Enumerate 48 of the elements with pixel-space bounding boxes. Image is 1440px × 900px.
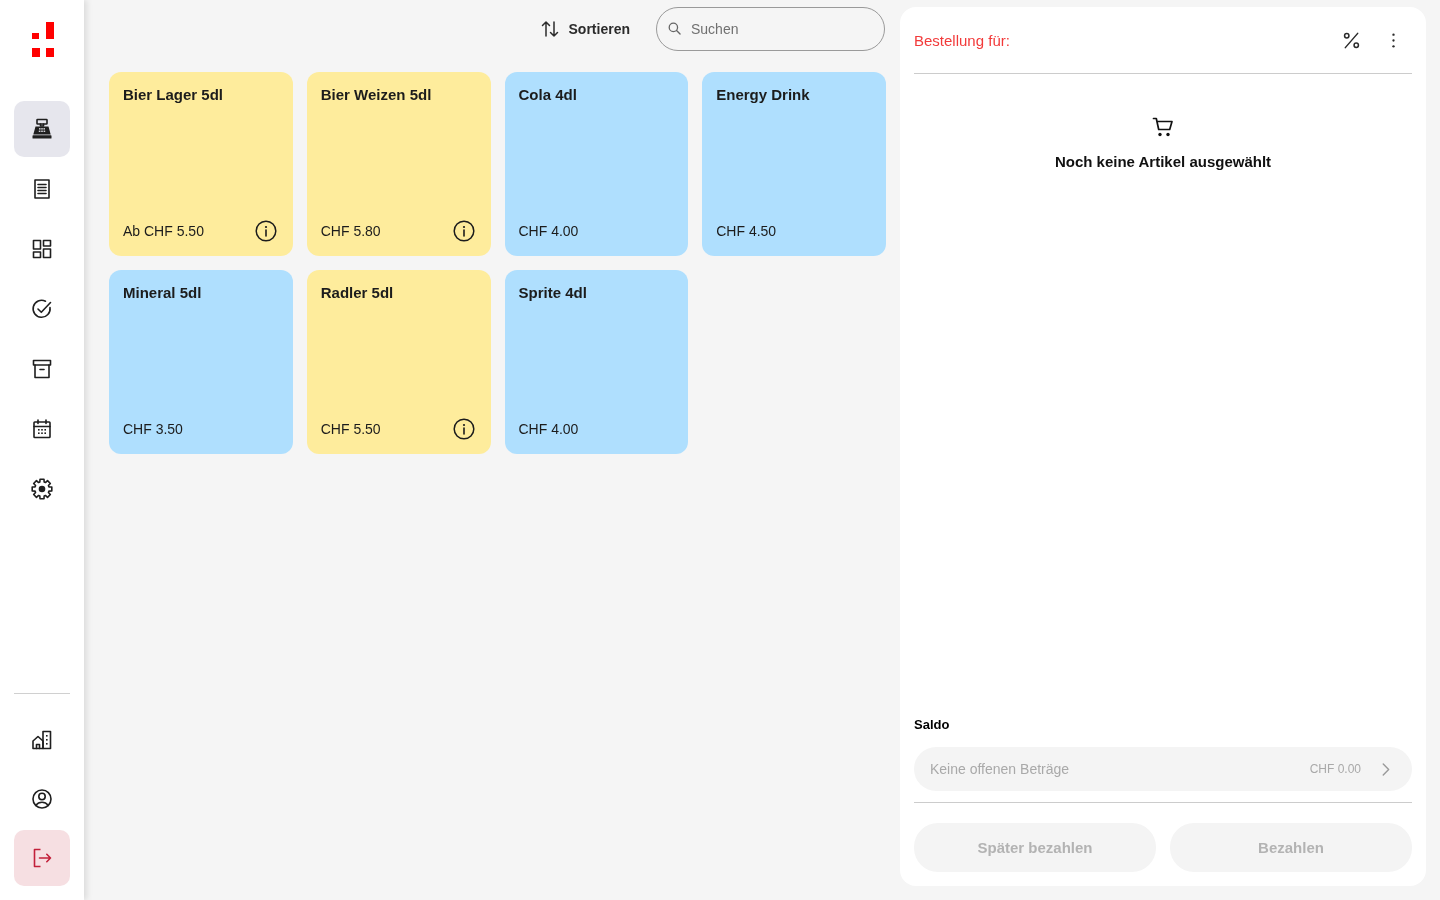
account-circle-icon — [30, 787, 54, 811]
info-icon[interactable] — [452, 220, 475, 242]
product-tile[interactable]: Sprite 4dl CHF 4.00 — [504, 270, 689, 454]
order-title: Bestellung für: — [914, 31, 1011, 49]
product-tile[interactable]: Energy Drink CHF 4.50 — [702, 72, 886, 256]
balance-text: Keine offenen Beträge — [930, 761, 1071, 777]
info-icon[interactable] — [452, 418, 475, 440]
calendar-icon — [30, 417, 54, 441]
settings-icon — [30, 477, 54, 501]
product-price: CHF 3.50 — [123, 420, 183, 438]
more-options-icon[interactable] — [1391, 31, 1396, 49]
percent-icon[interactable] — [1342, 30, 1361, 50]
product-tile[interactable]: Radler 5dl CHF 5.50 — [306, 270, 491, 454]
sidebar-item[interactable] — [14, 101, 70, 157]
balance-label: Saldo — [914, 717, 950, 733]
balance-amount: CHF 0.00 — [1309, 762, 1361, 776]
info-icon[interactable] — [254, 220, 277, 242]
product-name: Cola 4dl — [518, 86, 577, 104]
product-tile[interactable]: Cola 4dl CHF 4.00 — [504, 72, 689, 256]
product-name: Sprite 4dl — [518, 284, 587, 302]
product-name: Energy Drink — [716, 86, 810, 104]
product-price: Ab CHF 5.50 — [123, 222, 204, 240]
logo-icon — [31, 22, 55, 57]
product-tile[interactable]: Bier Lager 5dl Ab CHF 5.50 — [109, 72, 293, 256]
product-name: Bier Lager 5dl — [123, 86, 224, 104]
cash-register-icon — [30, 117, 54, 141]
product-price: CHF 4.00 — [518, 420, 579, 438]
chevron-right-icon — [1381, 761, 1390, 777]
product-tile[interactable]: Mineral 5dl CHF 3.50 — [109, 270, 293, 454]
check-circle-icon — [30, 297, 54, 321]
search-icon — [668, 22, 681, 35]
product-price: CHF 4.50 — [716, 222, 777, 240]
sort-button[interactable]: Sortieren — [539, 19, 630, 39]
dashboard-icon — [30, 237, 54, 261]
product-price: CHF 4.00 — [518, 222, 579, 240]
product-name: Radler 5dl — [320, 284, 394, 302]
shopping-cart-icon — [1151, 115, 1175, 139]
archive-box-icon — [30, 357, 54, 381]
product-name: Bier Weizen 5dl — [320, 86, 432, 104]
empty-cart-message: Noch keine Artikel ausgewählt — [1054, 153, 1272, 171]
product-price: CHF 5.50 — [320, 420, 381, 438]
house-and-building-icon — [30, 728, 54, 752]
sort-icon — [539, 19, 560, 39]
logout-button[interactable] — [14, 830, 70, 886]
product-price: CHF 5.80 — [320, 222, 381, 240]
product-tile[interactable]: Bier Weizen 5dl CHF 5.80 — [306, 72, 491, 256]
search-field[interactable]: Suchen — [656, 7, 885, 51]
product-name: Mineral 5dl — [123, 284, 202, 302]
